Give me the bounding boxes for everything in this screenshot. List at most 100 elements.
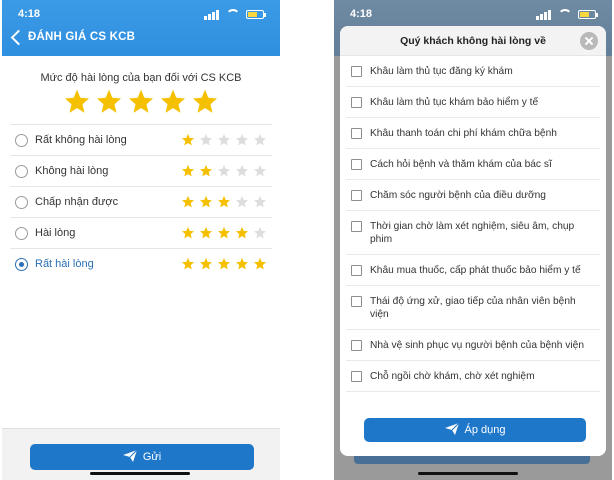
reason-label: Khâu mua thuốc, cấp phát thuốc bảo hiểm … (370, 265, 581, 276)
reason-item[interactable]: Thái độ ứng xử, giao tiếp của nhân viên … (346, 286, 600, 330)
radio-button[interactable] (15, 196, 28, 209)
overall-rating-stars[interactable] (2, 88, 280, 118)
star-icon (217, 257, 232, 271)
rating-option-stars (178, 195, 268, 209)
dissatisfaction-screen: 4:18 Gửi Quý khách không hài lòng về Khâ… (334, 0, 612, 480)
rating-option[interactable]: Không hài lòng (10, 155, 272, 186)
reason-label: Chăm sóc người bệnh của điều dưỡng (370, 190, 546, 201)
star-icon (253, 257, 268, 271)
reason-item[interactable]: Khâu thanh toán chi phí khám chữa bệnh (346, 118, 600, 149)
star-icon[interactable] (63, 88, 91, 116)
reason-item[interactable]: Chăm sóc người bệnh của điều dưỡng (346, 180, 600, 211)
checkbox[interactable] (351, 97, 362, 108)
reason-label: Khâu làm thủ tục đăng ký khám (370, 66, 513, 77)
star-icon (235, 195, 250, 209)
status-time: 4:18 (18, 8, 41, 20)
star-icon (217, 195, 232, 209)
rating-option-label: Hài lòng (35, 227, 76, 239)
star-icon (217, 133, 232, 147)
checkbox[interactable] (351, 128, 362, 139)
checkbox[interactable] (351, 221, 362, 232)
star-icon (235, 257, 250, 271)
reason-item[interactable]: Thời gian chờ làm xét nghiệm, siêu âm, c… (346, 211, 600, 255)
battery-icon (578, 10, 598, 19)
rating-options: Rất không hài lòng Không hài lòng Chấp nhậ… (10, 124, 272, 279)
home-indicator (418, 472, 518, 475)
checkbox[interactable] (351, 371, 362, 382)
reason-item[interactable]: Chỗ ngồi chờ khám, chờ xét nghiệm (346, 361, 600, 392)
star-icon (199, 195, 214, 209)
signal-bar (208, 14, 211, 20)
star-icon (253, 133, 268, 147)
star-icon (181, 226, 196, 240)
star-icon (253, 226, 268, 240)
star-icon (181, 164, 196, 178)
signal-icon (536, 16, 539, 20)
modal-title: Quý khách không hài lòng về (400, 35, 546, 47)
rating-option-label: Rất không hài lòng (35, 134, 127, 146)
rating-option[interactable]: Hài lòng (10, 217, 272, 248)
reason-label: Chỗ ngồi chờ khám, chờ xét nghiệm (370, 371, 535, 382)
modal-footer: Áp dụng (340, 404, 606, 456)
send-button[interactable]: Gửi (30, 444, 254, 470)
checkbox[interactable] (351, 190, 362, 201)
checkbox[interactable] (351, 296, 362, 307)
status-icons (204, 9, 266, 21)
star-icon (199, 226, 214, 240)
battery-icon (246, 10, 266, 19)
close-icon[interactable] (580, 32, 598, 50)
rating-option[interactable]: Chấp nhận được (10, 186, 272, 217)
rating-option-stars (178, 257, 268, 271)
rating-question: Mức độ hài lòng của bạn đối với CS KCB (40, 72, 242, 84)
star-icon (235, 226, 250, 240)
reason-label: Thái độ ứng xử, giao tiếp của nhân viên … (370, 296, 576, 320)
checkbox[interactable] (351, 66, 362, 77)
rating-screen: 4:18 ĐÁNH GIÁ CS KCB Mức độ hài lòng của… (2, 0, 280, 480)
reason-label: Khâu làm thủ tục khám bảo hiểm y tế (370, 97, 539, 108)
status-bar: 4:18 (18, 8, 266, 22)
radio-button[interactable] (15, 227, 28, 240)
reason-label: Cách hỏi bệnh và thăm khám của bác sĩ (370, 159, 552, 170)
radio-button[interactable] (15, 165, 28, 178)
reason-item[interactable]: Khâu mua thuốc, cấp phát thuốc bảo hiểm … (346, 255, 600, 286)
reason-label: Thời gian chờ làm xét nghiệm, siêu âm, c… (370, 221, 575, 245)
rating-option-label: Chấp nhận được (35, 196, 119, 208)
apply-button[interactable]: Áp dụng (364, 418, 586, 442)
star-icon (199, 133, 214, 147)
radio-button[interactable] (15, 134, 28, 147)
star-icon (217, 164, 232, 178)
rating-option[interactable]: Rất không hài lòng (10, 124, 272, 155)
rating-option-stars (178, 226, 268, 240)
star-icon (181, 257, 196, 271)
checkbox[interactable] (351, 340, 362, 351)
star-icon[interactable] (159, 88, 187, 116)
modal-header: Quý khách không hài lòng về (340, 26, 606, 56)
radio-button[interactable] (15, 258, 28, 271)
star-icon (181, 133, 196, 147)
reason-label: Nhà vệ sinh phục vụ người bệnh của bệnh … (370, 340, 584, 351)
star-icon[interactable] (191, 88, 219, 116)
reason-label: Khâu thanh toán chi phí khám chữa bệnh (370, 128, 557, 139)
reason-item[interactable]: Nhà vệ sinh phục vụ người bệnh của bệnh … (346, 330, 600, 361)
reason-item[interactable]: Khâu làm thủ tục khám bảo hiểm y tế (346, 87, 600, 118)
checkbox[interactable] (351, 159, 362, 170)
rating-option[interactable]: Rất hài lòng (10, 248, 272, 279)
star-icon[interactable] (95, 88, 123, 116)
checkbox[interactable] (351, 265, 362, 276)
star-icon[interactable] (127, 88, 155, 116)
reason-item[interactable]: Cách hỏi bệnh và thăm khám của bác sĩ (346, 149, 600, 180)
wifi-icon (226, 9, 240, 19)
rating-option-stars (178, 133, 268, 147)
star-icon (217, 226, 232, 240)
chevron-left-icon[interactable] (10, 29, 24, 45)
send-button-label: Gửi (142, 451, 162, 463)
star-icon (199, 164, 214, 178)
signal-bar (540, 14, 543, 20)
reason-item[interactable]: Khâu làm thủ tục đăng ký khám (346, 56, 600, 87)
paper-plane-icon (122, 446, 138, 462)
rating-option-label: Không hài lòng (35, 165, 109, 177)
status-icons (536, 9, 598, 21)
page-title: ĐÁNH GIÁ CS KCB (28, 31, 136, 43)
paper-plane-icon (444, 420, 459, 435)
signal-bar (544, 12, 547, 20)
